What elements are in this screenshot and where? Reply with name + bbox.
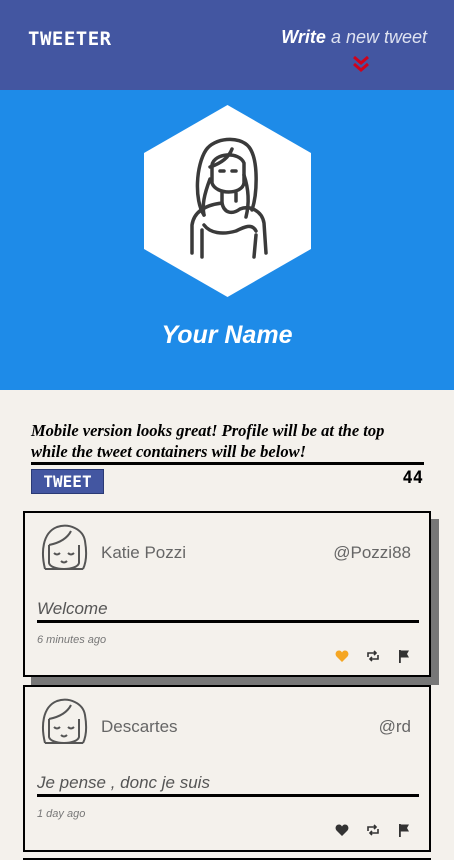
avatar-icon bbox=[42, 524, 88, 570]
tweet-card: Katie Pozzi @Pozzi88 Welcome 6 minutes a… bbox=[23, 511, 431, 677]
tweet-author-handle[interactable]: @Pozzi88 bbox=[333, 543, 411, 563]
tweet-text: Welcome bbox=[37, 599, 108, 618]
double-chevron-down-icon[interactable] bbox=[350, 54, 372, 74]
tweet-actions bbox=[335, 649, 411, 663]
profile-name: Your Name bbox=[161, 321, 293, 349]
profile-avatar bbox=[144, 105, 311, 297]
tweet-author-name[interactable]: Katie Pozzi bbox=[101, 543, 186, 563]
top-nav: TWEETER Write a new tweet bbox=[0, 0, 454, 90]
report-flag-icon[interactable] bbox=[397, 649, 411, 663]
write-label-rest: a new tweet bbox=[325, 27, 427, 47]
tweet-actions bbox=[335, 823, 411, 837]
tweet-divider bbox=[37, 620, 419, 623]
tweet-text: Je pense , donc je suis bbox=[37, 773, 210, 792]
write-label-bold: Write bbox=[281, 27, 326, 47]
tweet-timestamp: 6 minutes ago bbox=[37, 634, 107, 646]
character-counter: 44 bbox=[402, 468, 423, 488]
retweet-icon[interactable] bbox=[366, 649, 380, 663]
write-new-tweet-link[interactable]: Write a new tweet bbox=[281, 27, 427, 48]
app-logo[interactable]: TWEETER bbox=[28, 28, 112, 50]
tweet-button[interactable]: TWEET bbox=[31, 469, 104, 494]
tweet-author-name[interactable]: Descartes bbox=[101, 717, 178, 737]
like-heart-icon[interactable] bbox=[335, 823, 349, 837]
avatar-icon bbox=[42, 698, 88, 744]
tweet-compose-input[interactable]: Mobile version looks great! Profile will… bbox=[31, 420, 423, 462]
compose-divider bbox=[31, 462, 424, 465]
tweet-author-handle[interactable]: @rd bbox=[379, 717, 411, 737]
report-flag-icon[interactable] bbox=[397, 823, 411, 837]
tweet-divider bbox=[37, 794, 419, 797]
retweet-icon[interactable] bbox=[366, 823, 380, 837]
tweet-card: Descartes @rd Je pense , donc je suis 1 … bbox=[23, 685, 431, 852]
like-heart-icon[interactable] bbox=[335, 649, 349, 663]
tweet-timestamp: 1 day ago bbox=[37, 808, 86, 820]
